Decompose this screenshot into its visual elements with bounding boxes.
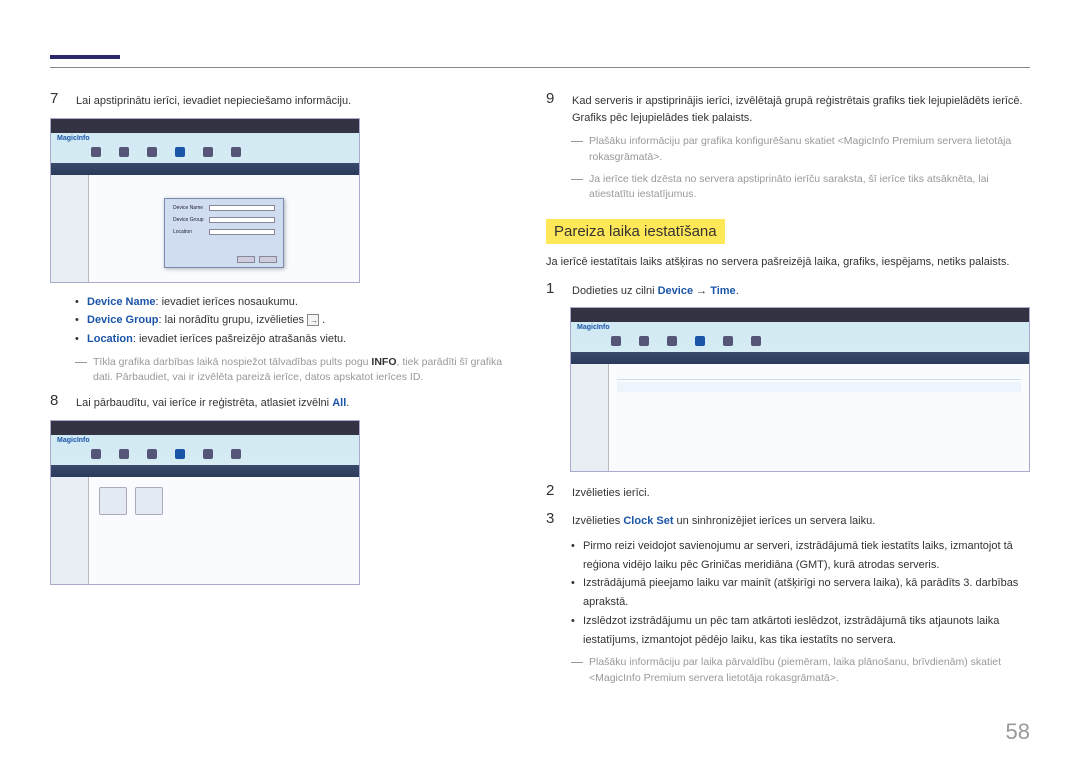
screenshot-all-list: MagicInfo: [50, 420, 360, 585]
field-descriptions: Device Name: ievadiet ierīces nosaukumu.…: [75, 293, 516, 349]
dlg-location-input: [209, 229, 275, 235]
device-card: [99, 487, 127, 515]
step-number: 8: [50, 392, 64, 409]
dash-icon: [571, 141, 583, 142]
time-notes: Pirmo reizi veidojot savienojumu ar serv…: [571, 537, 1030, 649]
subsection-intro: Ja ierīcē iestatītais laiks atšķiras no …: [546, 254, 1030, 272]
dash-icon: [571, 179, 583, 180]
page-number: 58: [1006, 719, 1030, 745]
left-column: 7 Lai apstiprinātu ierīci, ievadiet nepi…: [50, 90, 516, 693]
note-9b: Ja ierīce tiek dzēsta no servera apstipr…: [571, 172, 1030, 204]
step-text: Izvēlieties ierīci.: [572, 482, 1030, 502]
desc-location: Location: ievadiet ierīces pašreizējo at…: [75, 330, 516, 349]
dlg-ok-button: [237, 256, 255, 263]
step-number: 9: [546, 90, 560, 107]
dash-icon: [571, 662, 583, 663]
step-number: 1: [546, 280, 560, 297]
step-text: Lai pārbaudītu, vai ierīce ir reģistrēta…: [76, 392, 516, 412]
device-card: [135, 487, 163, 515]
info-note-step7: Tīkla grafika darbības laikā nospiežot t…: [75, 355, 516, 387]
two-column-layout: 7 Lai apstiprinātu ierīci, ievadiet nepi…: [50, 90, 1030, 693]
step-7: 7 Lai apstiprinātu ierīci, ievadiet nepi…: [50, 90, 516, 110]
browse-icon: [307, 314, 319, 326]
dlg-device-name-input: [209, 205, 275, 211]
step-text: Lai apstiprinātu ierīci, ievadiet nepiec…: [76, 90, 516, 110]
dash-icon: [75, 362, 87, 363]
screenshot-logo: MagicInfo: [577, 324, 610, 331]
time-note-1: Pirmo reizi veidojot savienojumu ar serv…: [571, 537, 1030, 574]
screenshot-logo: MagicInfo: [57, 135, 90, 142]
screenshot-approve-dialog: MagicInfo Device Name Device Group: [50, 118, 360, 283]
header-rule: [50, 67, 1030, 68]
step-number: 3: [546, 510, 560, 527]
dlg-cancel-button: [259, 256, 277, 263]
note-time-mgmt: Plašāku informāciju par laika pārvaldību…: [571, 655, 1030, 687]
right-column: 9 Kad serveris ir apstiprinājis ierīci, …: [546, 90, 1030, 693]
dlg-device-group-input: [209, 217, 275, 223]
header-accent-bar: [50, 55, 120, 59]
desc-device-group: Device Group: lai norādītu grupu, izvēli…: [75, 311, 516, 330]
note-9a: Plašāku informāciju par grafika konfigur…: [571, 134, 1030, 166]
step-number: 2: [546, 482, 560, 499]
approve-dialog: Device Name Device Group Location: [164, 198, 284, 268]
step-3: 3 Izvēlieties Clock Set un sinhronizējie…: [546, 510, 1030, 530]
time-note-2: Izstrādājumā pieejamo laiku var mainīt (…: [571, 574, 1030, 611]
subsection-heading: Pareiza laika iestatīšana: [546, 219, 725, 244]
screenshot-logo: MagicInfo: [57, 437, 90, 444]
screenshot-device-time: MagicInfo: [570, 307, 1030, 472]
step-8: 8 Lai pārbaudītu, vai ierīce ir reģistrē…: [50, 392, 516, 412]
step-text: Dodieties uz cilni Device → Time.: [572, 280, 1030, 300]
step-9: 9 Kad serveris ir apstiprinājis ierīci, …: [546, 90, 1030, 126]
step-text: Kad serveris ir apstiprinājis ierīci, iz…: [572, 90, 1030, 126]
time-note-3: Izslēdzot izstrādājumu un pēc tam atkārt…: [571, 612, 1030, 649]
step-2: 2 Izvēlieties ierīci.: [546, 482, 1030, 502]
step-number: 7: [50, 90, 64, 107]
desc-device-name: Device Name: ievadiet ierīces nosaukumu.: [75, 293, 516, 312]
step-1: 1 Dodieties uz cilni Device → Time.: [546, 280, 1030, 300]
step-text: Izvēlieties Clock Set un sinhronizējiet …: [572, 510, 1030, 530]
